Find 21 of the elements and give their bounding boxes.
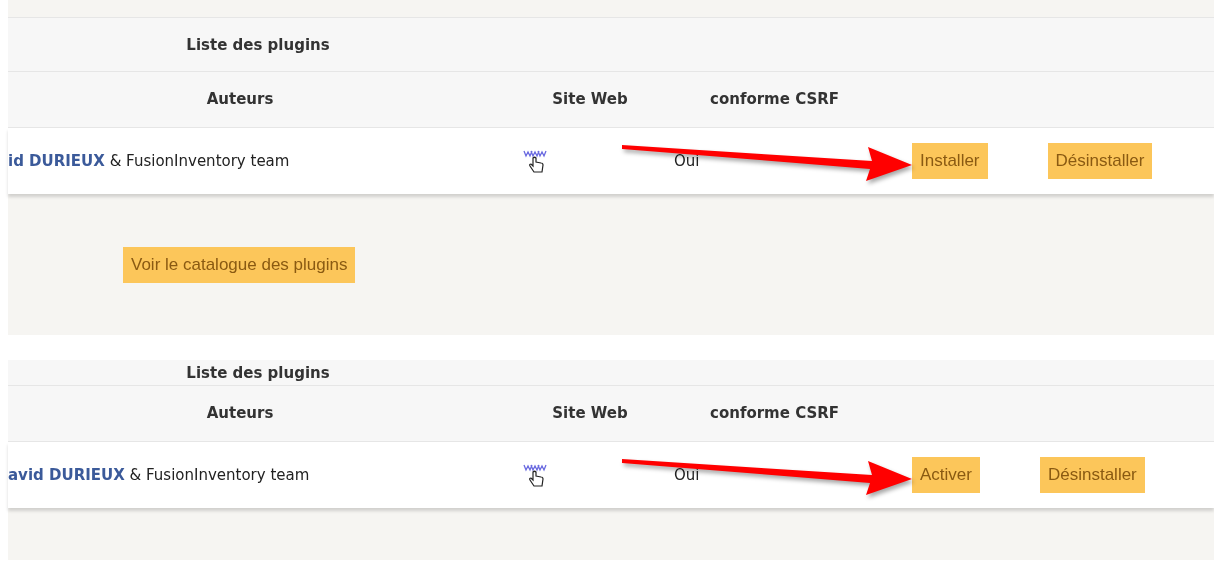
table-title: Liste des plugins (186, 363, 330, 382)
action-button[interactable]: Activer (912, 457, 980, 493)
author-text: & FusionInventory team (129, 465, 310, 484)
column-header: conforme CSRF (710, 404, 840, 423)
table-title: Liste des plugins (186, 35, 330, 54)
column-header: Site Web (552, 90, 628, 109)
author-link[interactable]: id DURIEUX (8, 151, 105, 170)
csrf-value: Oui (674, 465, 700, 484)
www-hand-icon[interactable] (522, 462, 548, 488)
column-header: Site Web (552, 404, 628, 423)
column-header: conforme CSRF (710, 90, 840, 109)
action-button[interactable]: Désinstaller (1047, 143, 1153, 179)
action-button[interactable]: Désinstaller (1039, 457, 1145, 493)
www-hand-icon[interactable] (522, 148, 548, 174)
action-button[interactable]: Installer (912, 143, 988, 179)
csrf-value: Oui (674, 151, 700, 170)
column-header: Auteurs (206, 404, 274, 423)
author-text: & FusionInventory team (109, 151, 290, 170)
column-header: Auteurs (206, 90, 274, 109)
author-link[interactable]: avid DURIEUX (8, 465, 125, 484)
catalog-button[interactable]: Voir le catalogue des plugins (123, 246, 356, 283)
